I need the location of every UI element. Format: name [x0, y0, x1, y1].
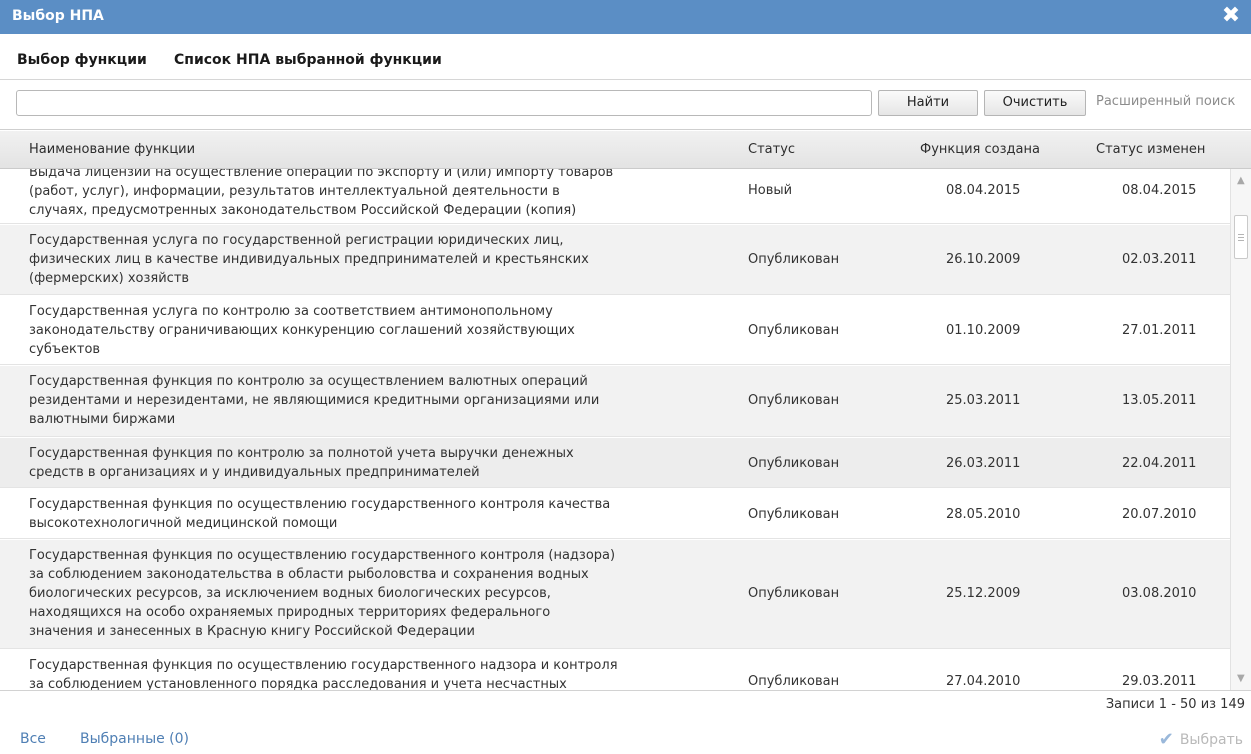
cell-status: Опубликован — [748, 252, 840, 267]
cell-name-line: за соблюдением установленного порядка ра… — [29, 677, 567, 690]
cell-name-line: Государственная услуга по контролю за со… — [29, 304, 553, 319]
filter-all-link[interactable]: Все — [20, 731, 46, 747]
cell-function-name: Выдача лицензии на осуществление операци… — [29, 169, 729, 220]
cell-function-name: Государственная услуга по государственно… — [29, 231, 729, 288]
grip-line — [1238, 240, 1244, 241]
cell-changed: 08.04.2015 — [1122, 183, 1197, 198]
table-row[interactable]: Выдача лицензии на осуществление операци… — [0, 169, 1230, 224]
table-row[interactable]: Государственная услуга по государственно… — [0, 225, 1230, 295]
cell-created: 27.04.2010 — [946, 674, 1021, 689]
cell-name-line: случаях, предусмотренных законодательств… — [29, 203, 577, 218]
functions-grid: Выдача лицензии на осуществление операци… — [0, 169, 1230, 690]
cell-created: 01.10.2009 — [946, 323, 1021, 338]
cell-created: 08.04.2015 — [946, 183, 1021, 198]
grip-line — [1238, 237, 1244, 238]
cell-name-line: (работ, услуг), информации, результатов … — [29, 184, 560, 199]
cell-created: 26.03.2011 — [946, 456, 1021, 471]
cell-name-line: Выдача лицензии на осуществление операци… — [29, 169, 614, 180]
column-header-created[interactable]: Функция создана — [920, 142, 1040, 157]
tab-select-function[interactable]: Выбор функции — [17, 52, 147, 68]
scroll-up-arrow-icon[interactable]: ▲ — [1237, 175, 1245, 186]
dialog-titlebar: Выбор НПА ✖ — [0, 0, 1251, 34]
cell-function-name: Государственная услуга по контролю за со… — [29, 302, 729, 359]
cell-name-line: значения и занесенных в Красную книгу Ро… — [29, 624, 475, 639]
cell-name-line: Государственная функция по контролю за п… — [29, 446, 574, 461]
cell-name-line: за соблюдением законодательства в област… — [29, 567, 589, 582]
advanced-search-link[interactable]: Расширенный поиск — [1096, 94, 1251, 109]
records-counter: Записи 1 - 50 из 149 — [1105, 697, 1245, 712]
column-header-name[interactable]: Наименование функции — [29, 142, 195, 157]
cell-function-name: Государственная функция по контролю за п… — [29, 444, 729, 482]
cell-created: 26.10.2009 — [946, 252, 1021, 267]
table-row[interactable]: Государственная функция по контролю за п… — [0, 438, 1230, 488]
grid-scrollbar[interactable]: ▲ ▼ — [1230, 169, 1251, 690]
table-row[interactable]: Государственная функция по осуществлению… — [0, 540, 1230, 649]
cell-changed: 22.04.2011 — [1122, 456, 1197, 471]
tab-npa-list[interactable]: Список НПА выбранной функции — [174, 52, 442, 68]
cell-status: Опубликован — [748, 507, 840, 522]
cell-name-line: Государственная функция по осуществлению… — [29, 658, 618, 673]
cell-function-name: Государственная функция по осуществлению… — [29, 546, 729, 641]
cell-name-line: высокотехнологичной медицинской помощи — [29, 516, 338, 531]
cell-name-line: Государственная услуга по государственно… — [29, 233, 564, 248]
search-input[interactable] — [16, 90, 872, 116]
scroll-down-arrow-icon[interactable]: ▼ — [1237, 673, 1245, 684]
clear-button[interactable]: Очистить — [984, 90, 1086, 116]
cell-changed: 03.08.2010 — [1122, 586, 1197, 601]
grid-header: Наименование функции Статус Функция созд… — [0, 131, 1251, 169]
checkmark-icon: ✔ — [1158, 729, 1174, 750]
cell-name-line: Государственная функция по осуществлению… — [29, 548, 616, 563]
table-row[interactable]: Государственная функция по осуществлению… — [0, 650, 1230, 690]
cell-status: Опубликован — [748, 674, 840, 689]
cell-changed: 20.07.2010 — [1122, 507, 1197, 522]
cell-name-line: валютными биржами — [29, 412, 176, 427]
cell-name-line: резидентами и нерезидентами, не являющим… — [29, 393, 600, 408]
dialog-title: Выбор НПА — [12, 8, 104, 24]
search-toolbar: Найти Очистить Расширенный поиск — [0, 80, 1251, 130]
cell-function-name: Государственная функция по осуществлению… — [29, 495, 729, 533]
cell-name-line: средств в организациях и у индивидуальны… — [29, 465, 480, 480]
column-header-changed[interactable]: Статус изменен — [1096, 142, 1205, 157]
cell-function-name: Государственная функция по осуществлению… — [29, 656, 729, 690]
cell-created: 28.05.2010 — [946, 507, 1021, 522]
table-row[interactable]: Государственная функция по осуществлению… — [0, 489, 1230, 539]
cell-name-line: субъектов — [29, 342, 101, 357]
select-label: Выбрать — [1179, 732, 1243, 748]
cell-status: Опубликован — [748, 456, 840, 471]
cell-status: Опубликован — [748, 393, 840, 408]
cell-status: Опубликован — [748, 586, 840, 601]
cell-changed: 13.05.2011 — [1122, 393, 1197, 408]
table-row[interactable]: Государственная функция по контролю за о… — [0, 366, 1230, 437]
tab-bar: Выбор функции Список НПА выбранной функц… — [0, 40, 1251, 80]
cell-name-line: Государственная функция по осуществлению… — [29, 497, 611, 512]
cell-name-line: Государственная функция по контролю за о… — [29, 374, 588, 389]
cell-status: Новый — [748, 183, 793, 198]
cell-function-name: Государственная функция по контролю за о… — [29, 372, 729, 429]
cell-name-line: физических лиц в качестве индивидуальных… — [29, 252, 589, 267]
cell-name-line: находящихся на особо охраняемых природны… — [29, 605, 551, 620]
find-button[interactable]: Найти — [878, 90, 978, 116]
close-icon[interactable]: ✖ — [1219, 4, 1243, 28]
cell-name-line: (фермерских) хозяйств — [29, 271, 190, 286]
cell-created: 25.12.2009 — [946, 586, 1021, 601]
cell-created: 25.03.2011 — [946, 393, 1021, 408]
cell-status: Опубликован — [748, 323, 840, 338]
select-button[interactable]: ✔ Выбрать — [1159, 729, 1243, 750]
cell-name-line: законодательству ограничивающих конкурен… — [29, 323, 575, 338]
filter-selected-link[interactable]: Выбранные (0) — [80, 731, 189, 747]
cell-changed: 29.03.2011 — [1122, 674, 1197, 689]
table-row[interactable]: Государственная услуга по контролю за со… — [0, 296, 1230, 365]
cell-changed: 02.03.2011 — [1122, 252, 1197, 267]
dialog-footer: Записи 1 - 50 из 149 Все Выбранные (0) ✔… — [0, 690, 1251, 754]
cell-name-line: биологических ресурсов, за исключением в… — [29, 586, 551, 601]
grip-line — [1238, 234, 1244, 235]
cell-changed: 27.01.2011 — [1122, 323, 1197, 338]
column-header-status[interactable]: Статус — [748, 142, 795, 157]
scroll-thumb[interactable] — [1234, 215, 1248, 259]
